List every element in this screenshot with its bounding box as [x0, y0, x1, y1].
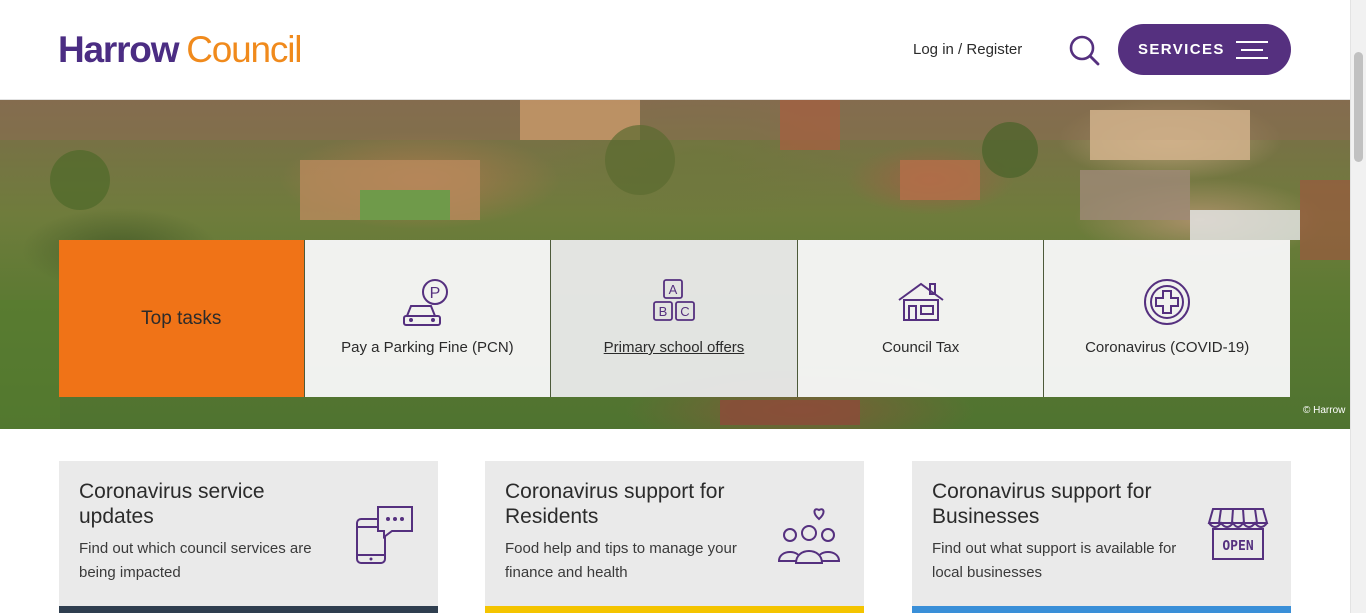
- login-register: Log in / Register: [913, 40, 1022, 60]
- top-tasks-panel: Top tasks P Pay a Parking Fine (PCN) A B…: [59, 240, 1290, 397]
- services-label: SERVICES: [1138, 41, 1225, 58]
- login-separator: /: [953, 41, 967, 58]
- task-label: Pay a Parking Fine (PCN): [341, 339, 514, 356]
- card-title: Coronavirus service updates: [79, 480, 265, 528]
- coronavirus-cards: Coronavirus service updates Find out whi…: [59, 461, 1291, 613]
- task-council-tax[interactable]: Council Tax: [796, 240, 1044, 397]
- parking-car-icon: P: [401, 278, 453, 335]
- card-accent-bar: [912, 606, 1291, 613]
- top-tasks-heading: Top tasks: [59, 240, 304, 397]
- card-service-updates[interactable]: Coronavirus service updates Find out whi…: [59, 461, 438, 613]
- harrow-council-logo[interactable]: Harrow Council: [58, 28, 302, 72]
- svg-text:OPEN: OPEN: [1222, 539, 1253, 554]
- logo-secondary-text: Council: [186, 29, 302, 70]
- house-icon: [896, 278, 946, 329]
- svg-text:P: P: [430, 285, 441, 302]
- site-header: Harrow Council Log in / Register SERVICES: [0, 0, 1350, 100]
- medical-cross-icon: [1143, 278, 1191, 331]
- community-heart-icon: [776, 505, 842, 572]
- card-support-businesses[interactable]: Coronavirus support for Businesses Find …: [912, 461, 1291, 613]
- card-accent-bar: [485, 606, 864, 613]
- phone-chat-icon: [354, 505, 416, 572]
- card-description: Find out which council services are bein…: [79, 540, 312, 581]
- task-parking-fine[interactable]: P Pay a Parking Fine (PCN): [303, 240, 551, 397]
- card-description: Find out what support is available for l…: [932, 540, 1177, 581]
- scrollbar-thumb[interactable]: [1354, 52, 1363, 162]
- card-support-residents[interactable]: Coronavirus support for Residents Food h…: [485, 461, 864, 613]
- photo-credit: © Harrow: [1303, 405, 1346, 416]
- svg-text:A: A: [669, 282, 678, 297]
- card-title: Coronavirus support for Businesses: [932, 480, 1152, 528]
- card-description: Food help and tips to manage your financ…: [505, 540, 737, 581]
- card-accent-bar: [59, 606, 438, 613]
- task-label: Council Tax: [881, 339, 960, 356]
- search-icon: [1069, 35, 1100, 66]
- logo-primary-text: Harrow: [58, 29, 179, 70]
- task-coronavirus[interactable]: Coronavirus (COVID-19): [1043, 240, 1290, 397]
- hamburger-icon: [1236, 39, 1268, 61]
- open-shop-icon: OPEN: [1207, 505, 1269, 568]
- abc-blocks-icon: A B C: [650, 278, 698, 329]
- register-link[interactable]: Register: [966, 41, 1022, 58]
- page-scrollbar[interactable]: [1350, 0, 1366, 613]
- svg-text:B: B: [659, 304, 668, 319]
- svg-text:C: C: [680, 304, 689, 319]
- hero-banner: © Harrow Top tasks P Pay a Parking Fine …: [0, 100, 1350, 429]
- login-link[interactable]: Log in: [913, 41, 954, 58]
- task-primary-school-offers[interactable]: A B C Primary school offers: [550, 240, 797, 397]
- task-label: Primary school offers: [603, 339, 745, 356]
- task-label: Coronavirus (COVID-19): [1085, 339, 1250, 356]
- services-menu-button[interactable]: SERVICES: [1118, 24, 1291, 75]
- card-title: Coronavirus support for Residents: [505, 480, 725, 528]
- search-button[interactable]: [1067, 33, 1101, 67]
